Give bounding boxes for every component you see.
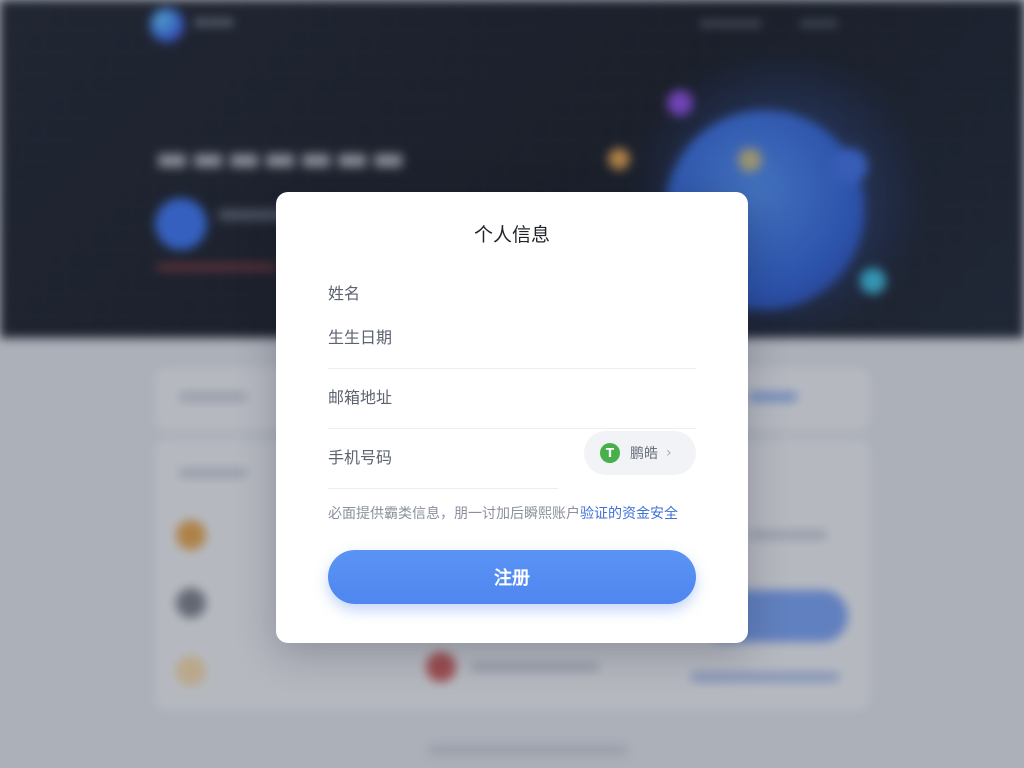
security-notice: 必面提供霸类信息，朋一讨加后瞬熙账户验证的资金安全 [328,503,708,523]
verify-label: 鹏皓 [630,446,658,462]
verify-button[interactable]: T 鹏皓 › [584,431,696,475]
birthdate-field[interactable]: 生生日期 [328,324,696,369]
verify-check-icon: T [600,443,620,463]
email-field[interactable]: 邮箱地址 [328,384,696,429]
chevron-right-icon: › [666,445,672,461]
notice-highlight-link[interactable]: 验证的资金安全 [580,506,678,522]
dialog-title: 个人信息 [473,224,550,246]
personal-info-dialog: 个人信息 姓名 生生日期 邮箱地址 手机号码 T 鹏皓 › 必面提供霸类信息，朋… [276,192,748,643]
name-field[interactable]: 姓名 [328,280,696,304]
phone-field[interactable]: 手机号码 [328,444,558,489]
notice-text: 必面提供霸类信息，朋一讨加后瞬熙账户 [328,506,580,522]
register-button[interactable]: 注册 [328,550,696,604]
